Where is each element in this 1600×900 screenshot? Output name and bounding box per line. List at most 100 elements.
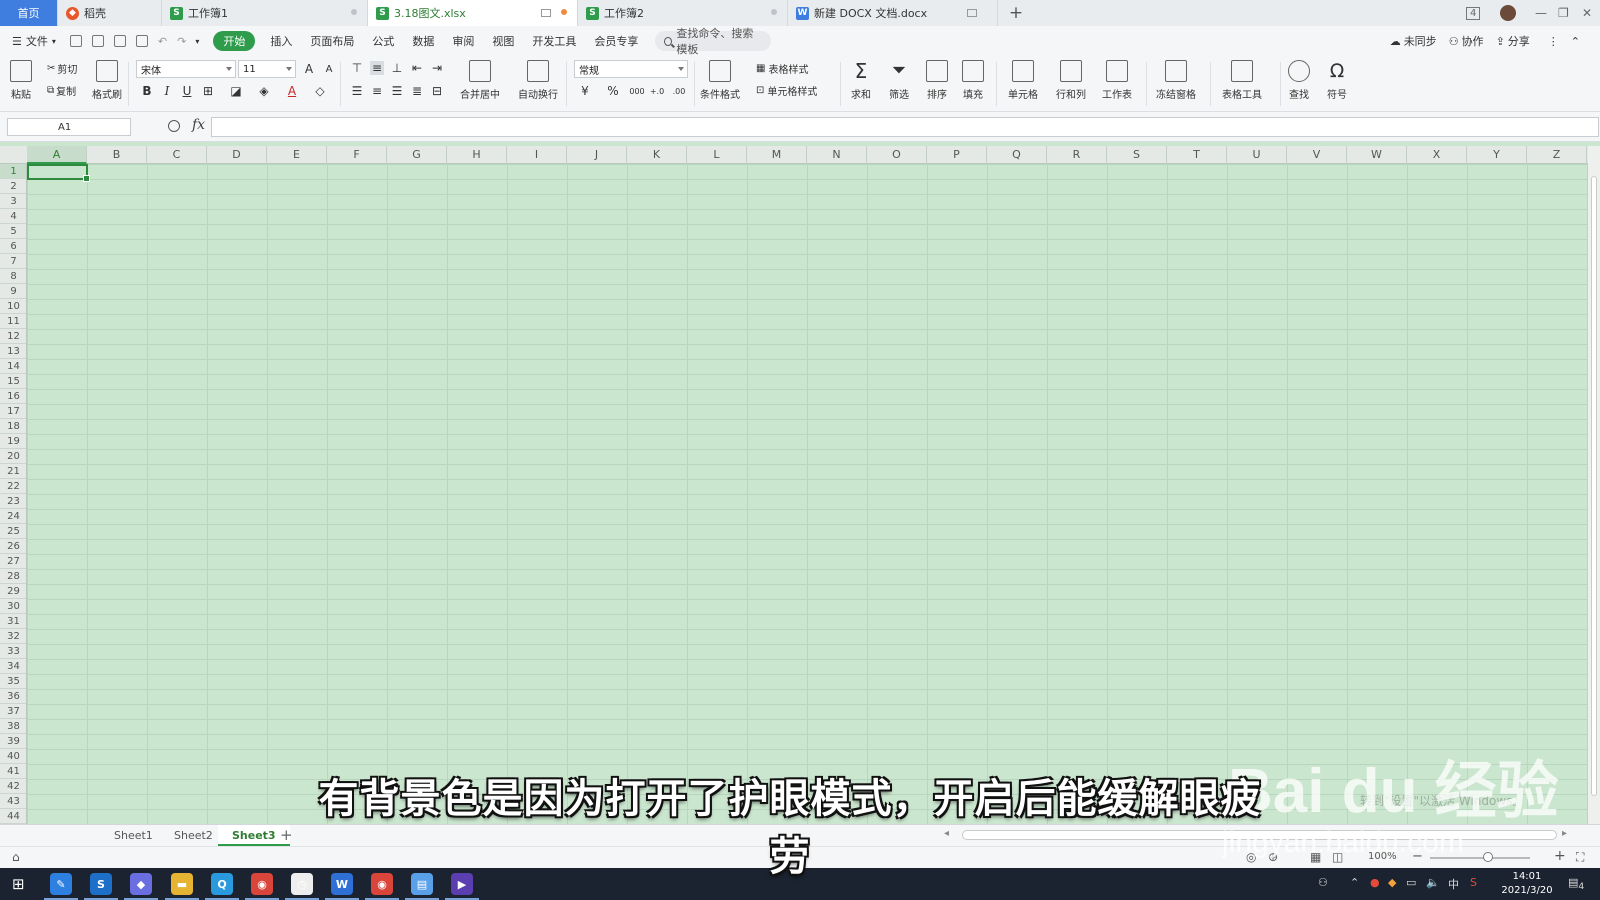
row-header-40[interactable]: 40 xyxy=(0,749,26,764)
menu-tab-developer[interactable]: 开发工具 xyxy=(523,31,585,51)
row-header-28[interactable]: 28 xyxy=(0,569,26,584)
row-header-1[interactable]: 1 xyxy=(0,164,26,179)
zoom-icon[interactable] xyxy=(168,120,180,132)
close-window-button[interactable]: ✕ xyxy=(1582,0,1592,26)
row-header-4[interactable]: 4 xyxy=(0,209,26,224)
antivirus-tray-icon[interactable]: ● xyxy=(1370,876,1380,889)
customize-chevron-icon[interactable]: ▾ xyxy=(195,37,199,46)
column-header-w[interactable]: W xyxy=(1347,146,1407,164)
number-format-select[interactable]: 常规 xyxy=(574,60,688,78)
macro-record-icon[interactable]: ⌂ xyxy=(12,850,20,864)
row-header-14[interactable]: 14 xyxy=(0,359,26,374)
sync-status-button[interactable]: ☁ 未同步 xyxy=(1390,33,1437,49)
fill-button[interactable]: 填充 xyxy=(962,58,984,101)
column-header-u[interactable]: U xyxy=(1227,146,1287,164)
freeze-panes-button[interactable]: 冻结窗格 xyxy=(1156,58,1196,101)
column-header-n[interactable]: N xyxy=(807,146,867,164)
align-left-icon[interactable]: ☰ xyxy=(350,84,364,98)
window-count-badge[interactable]: 4 xyxy=(1466,0,1481,26)
menu-tab-home[interactable]: 开始 xyxy=(213,31,256,51)
tab-docer[interactable]: ◆ 稻壳 xyxy=(58,0,162,26)
command-search-box[interactable]: 查找命令、搜索模板 xyxy=(655,27,772,56)
row-header-18[interactable]: 18 xyxy=(0,419,26,434)
cell-style-button[interactable]: ⊡ 单元格样式 xyxy=(756,83,817,98)
q-app-icon[interactable]: Q xyxy=(205,873,239,900)
row-header-42[interactable]: 42 xyxy=(0,779,26,794)
distributed-icon[interactable]: ⊟ xyxy=(430,84,444,98)
column-header-q[interactable]: Q xyxy=(987,146,1047,164)
column-header-h[interactable]: H xyxy=(447,146,507,164)
ime-indicator[interactable]: 中 xyxy=(1448,876,1459,892)
column-header-r[interactable]: R xyxy=(1047,146,1107,164)
column-header-j[interactable]: J xyxy=(567,146,627,164)
border-icon[interactable]: ⊞ xyxy=(201,84,215,98)
justify-icon[interactable]: ≣ xyxy=(410,84,424,98)
vertical-scrollbar[interactable] xyxy=(1588,146,1600,824)
redo-icon[interactable]: ↷ xyxy=(177,35,186,48)
column-header-d[interactable]: D xyxy=(207,146,267,164)
column-header-m[interactable]: M xyxy=(747,146,807,164)
column-header-g[interactable]: G xyxy=(387,146,447,164)
sort-button[interactable]: 排序 xyxy=(926,58,948,101)
volume-icon[interactable]: 🔈 xyxy=(1426,876,1440,889)
tab-new-docx[interactable]: W 新建 DOCX 文档.docx xyxy=(788,0,998,26)
row-header-31[interactable]: 31 xyxy=(0,614,26,629)
row-header-6[interactable]: 6 xyxy=(0,239,26,254)
tab-close-dot-icon[interactable] xyxy=(771,9,777,15)
symbol-button[interactable]: Ω 符号 xyxy=(1326,58,1348,101)
row-header-26[interactable]: 26 xyxy=(0,539,26,554)
increase-decimal-icon[interactable]: +.0 xyxy=(650,84,664,98)
menu-tab-page-layout[interactable]: 页面布局 xyxy=(301,31,363,51)
column-header-y[interactable]: Y xyxy=(1467,146,1527,164)
row-header-22[interactable]: 22 xyxy=(0,479,26,494)
rows-cols-button[interactable]: 行和列 xyxy=(1056,58,1086,101)
chrome-icon[interactable]: ◉ xyxy=(245,873,279,900)
currency-icon[interactable]: ¥ xyxy=(578,84,592,98)
row-header-27[interactable]: 27 xyxy=(0,554,26,569)
column-header-t[interactable]: T xyxy=(1167,146,1227,164)
tab-workbook1[interactable]: S 工作簿1 xyxy=(162,0,368,26)
row-header-9[interactable]: 9 xyxy=(0,284,26,299)
indent-increase-icon[interactable]: ⇥ xyxy=(430,61,444,75)
cut-button[interactable]: ✂ 剪切 xyxy=(47,61,77,76)
menu-tab-data[interactable]: 数据 xyxy=(403,31,443,51)
table-style-button[interactable]: ▦ 表格样式 xyxy=(756,61,808,76)
collapse-ribbon-icon[interactable]: ⌃ xyxy=(1571,35,1580,48)
row-header-17[interactable]: 17 xyxy=(0,404,26,419)
feather-icon[interactable]: ✎ xyxy=(44,873,78,900)
network-icon[interactable]: ▭ xyxy=(1406,876,1416,889)
decrease-font-icon[interactable]: A xyxy=(322,62,336,76)
formula-input[interactable] xyxy=(211,117,1599,137)
row-header-39[interactable]: 39 xyxy=(0,734,26,749)
find-button[interactable]: 查找 xyxy=(1288,58,1310,101)
increase-font-icon[interactable]: A xyxy=(302,62,316,76)
row-header-24[interactable]: 24 xyxy=(0,509,26,524)
print-icon[interactable] xyxy=(113,35,126,47)
column-header-c[interactable]: C xyxy=(147,146,207,164)
row-header-43[interactable]: 43 xyxy=(0,794,26,809)
filter-button[interactable]: ⏷ 筛选 xyxy=(888,58,910,101)
row-header-3[interactable]: 3 xyxy=(0,194,26,209)
collaborate-button[interactable]: ⚇ 协作 xyxy=(1449,33,1484,49)
fill-color-icon[interactable]: ◪ xyxy=(229,84,243,98)
worksheet-button[interactable]: 工作表 xyxy=(1102,58,1132,101)
font-size-select[interactable]: 11 xyxy=(238,60,296,78)
add-sheet-button[interactable]: + xyxy=(280,825,293,846)
row-header-15[interactable]: 15 xyxy=(0,374,26,389)
menu-tab-insert[interactable]: 插入 xyxy=(261,31,301,51)
zoom-in-icon[interactable]: + xyxy=(1554,848,1566,864)
indent-decrease-icon[interactable]: ⇤ xyxy=(410,61,424,75)
function-icon[interactable]: fx xyxy=(192,117,205,133)
align-center-icon[interactable]: ≡ xyxy=(370,84,384,98)
column-header-o[interactable]: O xyxy=(867,146,927,164)
row-header-44[interactable]: 44 xyxy=(0,809,26,824)
column-header-f[interactable]: F xyxy=(327,146,387,164)
avatar[interactable] xyxy=(1500,0,1516,26)
row-header-36[interactable]: 36 xyxy=(0,689,26,704)
tray-expand-icon[interactable]: ⌃ xyxy=(1350,876,1359,889)
new-tab-button[interactable]: + xyxy=(998,0,1034,26)
row-header-38[interactable]: 38 xyxy=(0,719,26,734)
conditional-format-button[interactable]: 条件格式 xyxy=(700,58,740,101)
active-cell-a1[interactable] xyxy=(27,164,90,182)
sheet-tab-sheet1[interactable]: Sheet1 xyxy=(100,825,167,846)
